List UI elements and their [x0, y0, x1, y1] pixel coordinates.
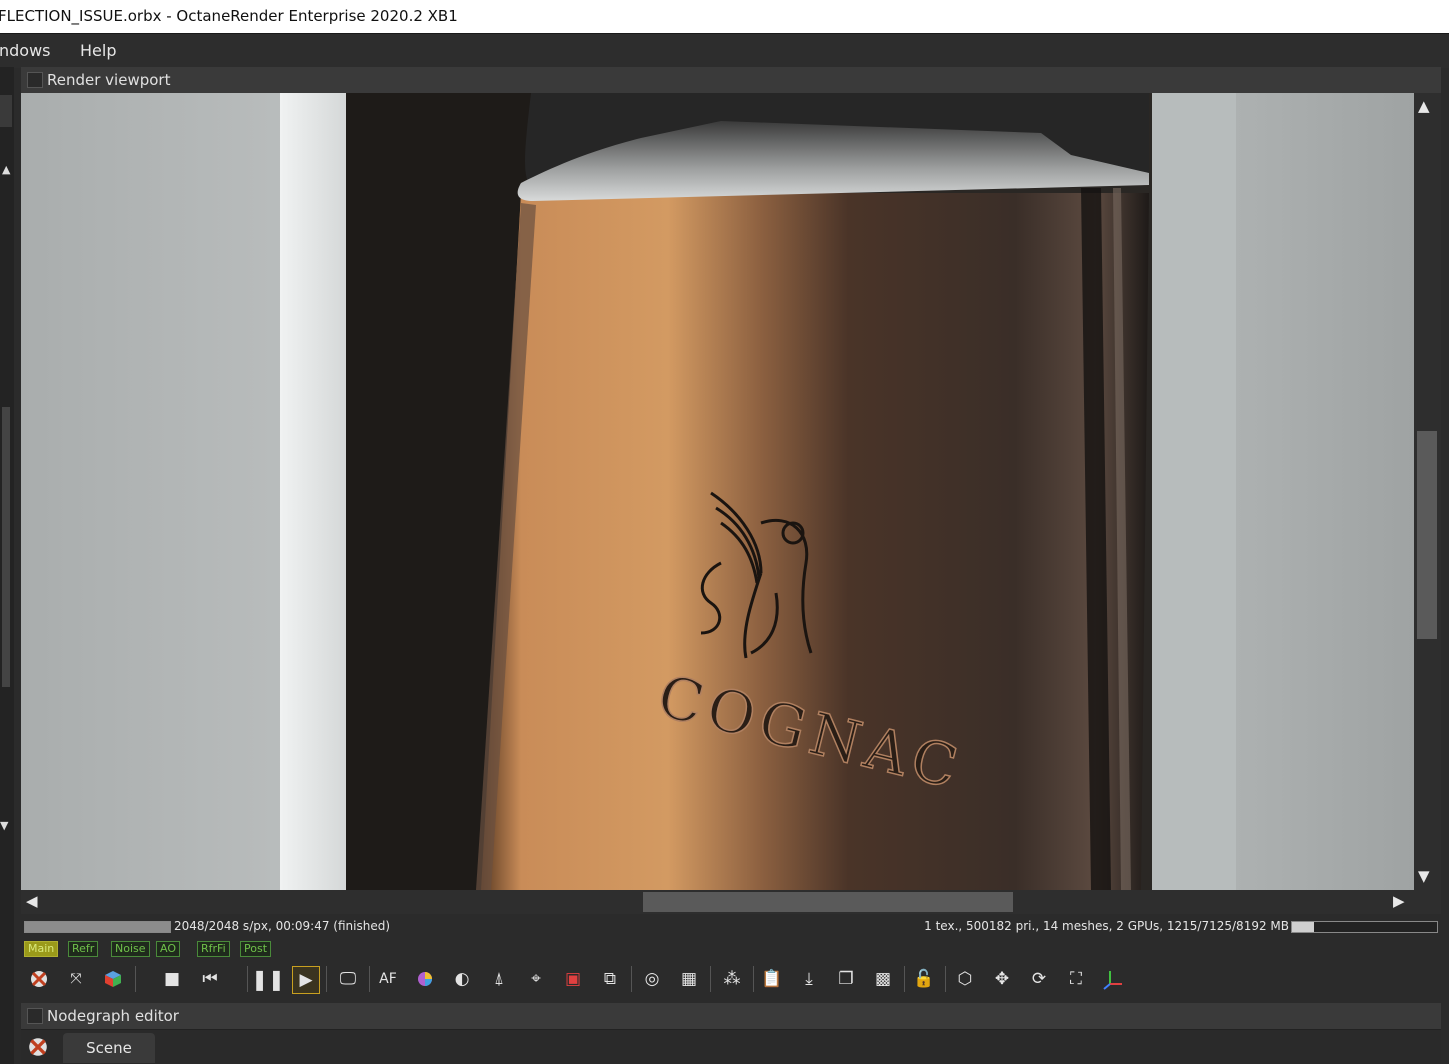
menu-windows[interactable]: ndows [0, 41, 51, 60]
background-image-icon[interactable]: ▩ [870, 966, 896, 992]
horizontal-scroll-thumb[interactable] [643, 892, 1013, 912]
render-viewport-header: Render viewport [21, 67, 1441, 94]
scroll-up-icon[interactable]: ▲ [1418, 97, 1430, 115]
toolbar-separator [631, 966, 632, 992]
tab-scene[interactable]: Scene [63, 1033, 155, 1063]
vertical-scroll-thumb[interactable] [1417, 431, 1437, 639]
stop-render-icon[interactable]: ■ [159, 966, 185, 992]
viewport-horizontal-scrollbar[interactable]: ◀ ▶ [21, 890, 1441, 914]
autofocus-icon[interactable]: AF [375, 966, 401, 992]
subsampling-icon[interactable]: ⁂ [719, 966, 745, 992]
nodegraph-editor-header: Nodegraph editor [21, 1003, 1441, 1030]
scroll-right-icon[interactable]: ▶ [1393, 892, 1405, 910]
octane-logo-icon[interactable] [26, 966, 52, 992]
window-title-bar: FLECTION_ISSUE.orbx - OctaneRender Enter… [0, 0, 1449, 33]
render-progress-bar [24, 921, 171, 933]
lock-viewport-icon[interactable]: ◎ [639, 966, 665, 992]
scroll-up-arrow-icon[interactable]: ▲ [2, 163, 10, 176]
toolbar-separator [135, 966, 136, 992]
pause-render-icon[interactable]: ❚❚ [251, 966, 285, 992]
cube-render-icon[interactable] [100, 966, 126, 992]
reset-camera-icon[interactable]: ⤧ [63, 966, 89, 992]
render-progress-fill [25, 922, 170, 932]
pass-ao-button[interactable]: AO [156, 941, 180, 957]
scroll-down-arrow-icon[interactable]: ▼ [0, 819, 8, 832]
render-image[interactable]: COGNAC [21, 93, 1414, 890]
save-render-icon[interactable]: ⤓ [796, 966, 822, 992]
rotate-gizmo-icon[interactable]: ⟳ [1026, 966, 1052, 992]
scale-gizmo-icon[interactable]: ⛶ [1063, 966, 1089, 992]
viewport-vertical-scrollbar[interactable]: ▲ ▼ [1414, 93, 1441, 890]
pass-main-button[interactable]: Main [24, 941, 59, 957]
color-picker-icon[interactable] [412, 966, 438, 992]
nodegraph-tab-bar: Scene [21, 1030, 1441, 1064]
menu-help[interactable]: Help [80, 41, 116, 60]
render-status-row: 2048/2048 s/px, 00:09:47 (finished) 1 te… [21, 915, 1441, 937]
octane-logo-icon[interactable] [27, 1036, 49, 1062]
lock-resolution-icon[interactable]: 🔓 [911, 966, 937, 992]
nodegraph-editor-title: Nodegraph editor [47, 1007, 179, 1025]
scene-stats-text: 1 tex., 500182 pri., 14 meshes, 2 GPUs, … [924, 919, 1289, 933]
toolbar-separator [247, 966, 248, 992]
left-dock-strip: ▲ ▼ [0, 67, 14, 1064]
restart-render-icon[interactable]: ⏮ [197, 966, 223, 992]
pass-post-button[interactable]: Post [240, 941, 272, 957]
render-toolbar: ⤧ ■ ⏮ ❚❚ ▶ 🖵 AF ◐ ⍋ ⌖ ▣ ⧉ ◎ ▦ ⁂ 📋 ⤓ ❐ ▩ … [21, 958, 1441, 998]
render-scene: COGNAC [21, 93, 1414, 890]
pass-refr-button[interactable]: Refr [68, 941, 99, 957]
toolbar-separator [326, 966, 327, 992]
scroll-left-icon[interactable]: ◀ [26, 892, 38, 910]
render-viewport-title: Render viewport [47, 71, 171, 89]
export-passes-icon[interactable]: ❐ [833, 966, 859, 992]
material-picker-icon[interactable]: ◐ [449, 966, 475, 992]
render-progress-text: 2048/2048 s/px, 00:09:47 (finished) [174, 919, 391, 933]
world-axis-icon[interactable] [1100, 966, 1126, 992]
toolbar-separator [753, 966, 754, 992]
window-title: FLECTION_ISSUE.orbx - OctaneRender Enter… [0, 7, 458, 25]
nodegraph-editor-checkbox[interactable] [27, 1008, 43, 1024]
copy-to-clipboard-icon[interactable]: 📋 [759, 966, 785, 992]
menu-bar: ndows Help [0, 33, 1449, 68]
viewport-cube-icon[interactable]: ⬡ [952, 966, 978, 992]
move-gizmo-icon[interactable]: ✥ [989, 966, 1015, 992]
toolbar-separator [945, 966, 946, 992]
left-panel-tab[interactable] [0, 95, 12, 127]
render-region-picker-icon[interactable]: ▣ [560, 966, 586, 992]
scroll-down-icon[interactable]: ▼ [1418, 867, 1430, 885]
left-scrollbar-thumb[interactable] [2, 407, 10, 687]
clay-mode-icon[interactable]: ▦ [676, 966, 702, 992]
film-region-picker-icon[interactable]: ⧉ [597, 966, 623, 992]
memory-usage-bar [1291, 921, 1438, 933]
pass-rfrfi-button[interactable]: RfrFi [197, 941, 230, 957]
memory-usage-fill [1292, 922, 1314, 932]
toolbar-separator [710, 966, 711, 992]
object-picker-icon[interactable]: ⍋ [486, 966, 512, 992]
start-render-icon[interactable]: ▶ [292, 966, 320, 994]
camera-target-picker-icon[interactable]: ⌖ [523, 966, 549, 992]
toolbar-separator [904, 966, 905, 992]
real-time-render-icon[interactable]: 🖵 [335, 966, 361, 992]
pass-noise-button[interactable]: Noise [111, 941, 150, 957]
render-viewport-checkbox[interactable] [27, 72, 43, 88]
toolbar-separator [369, 966, 370, 992]
